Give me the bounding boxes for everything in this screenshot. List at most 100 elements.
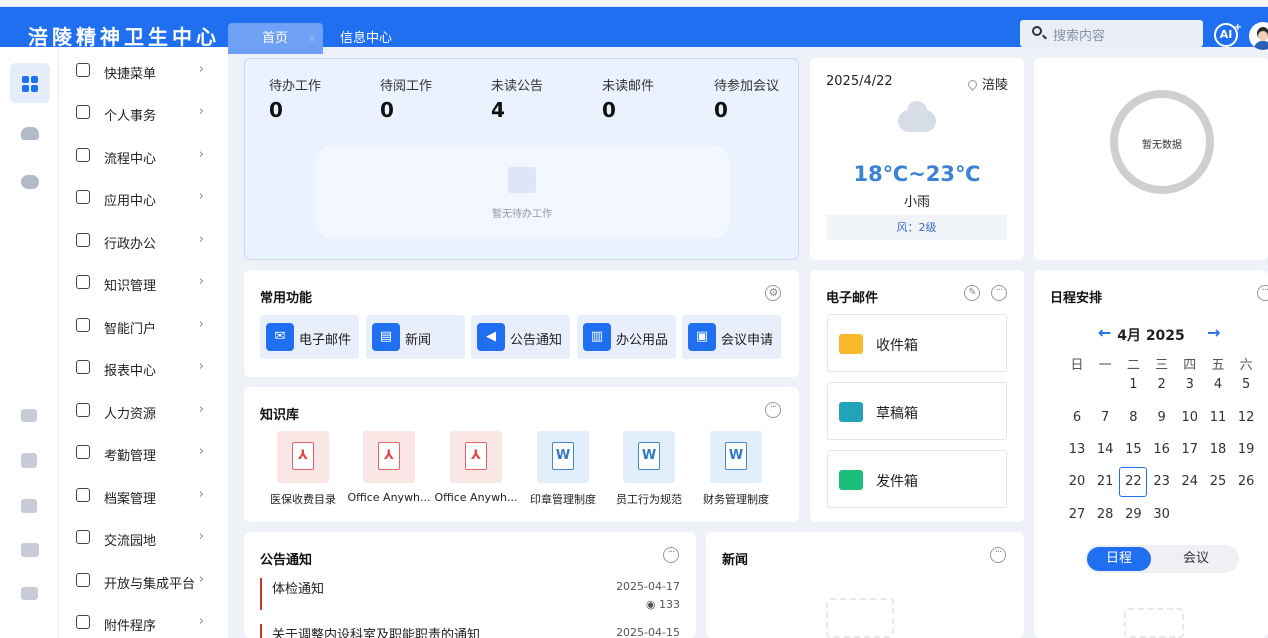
edit-icon[interactable]: ✎ xyxy=(964,285,980,301)
collapse-menu-icon[interactable] xyxy=(21,587,38,600)
calendar-day[interactable]: 12 xyxy=(1232,410,1260,425)
weather-card: 2025/4/22 涪陵 18℃~23℃ 小雨 风：2级 xyxy=(810,58,1024,260)
calendar-day[interactable]: 6 xyxy=(1063,410,1091,425)
chevron-right-icon: › xyxy=(198,359,204,374)
ai-assistant-button[interactable]: AI + xyxy=(1214,22,1242,47)
menu-item-community[interactable]: 交流园地 › xyxy=(59,516,228,558)
calendar-day[interactable]: 8 xyxy=(1119,410,1147,425)
stat-pending[interactable]: 待办工作 0 xyxy=(269,75,321,122)
calendar-day[interactable]: 19 xyxy=(1232,442,1260,457)
menu-item-attendance[interactable]: 考勤管理 › xyxy=(59,431,228,473)
more-icon[interactable]: ··· xyxy=(765,402,781,418)
menu-label: 档案管理 xyxy=(104,492,157,507)
contacts-icon[interactable] xyxy=(21,127,39,140)
clipboard-icon[interactable] xyxy=(21,453,37,468)
stat-label: 待参加会议 xyxy=(714,79,780,94)
notice-item[interactable]: 体检通知 2025-04-17 ◉ 133 xyxy=(260,578,680,611)
sent-button[interactable]: 发件箱 xyxy=(827,450,1007,508)
close-icon[interactable]: × xyxy=(307,23,317,54)
calendar-day[interactable]: 17 xyxy=(1176,442,1204,457)
stat-meetings[interactable]: 待参加会议 0 xyxy=(714,75,779,122)
calendar-day[interactable]: 3 xyxy=(1176,377,1204,392)
chat-bubble-icon[interactable] xyxy=(21,175,39,189)
kb-item[interactable]: W 印章管理制度 xyxy=(520,431,606,507)
arrow-right-icon[interactable]: → xyxy=(1207,323,1220,342)
calendar-day[interactable]: 9 xyxy=(1148,410,1176,425)
toggle-meeting[interactable]: 会议 xyxy=(1171,547,1221,571)
calendar-day[interactable]: 5 xyxy=(1232,377,1260,392)
kb-item[interactable]: ⅄ 医保收费目录 xyxy=(260,431,346,507)
avatar[interactable] xyxy=(1249,22,1268,50)
tab-info-center[interactable]: 信息中心 xyxy=(338,23,392,54)
menu-item-personal[interactable]: 个人事务 › xyxy=(59,91,228,133)
notice-item[interactable]: 关于调整内设科室及职能职责的通知 2025-04-15 xyxy=(260,624,680,638)
kb-item[interactable]: W 财务管理制度 xyxy=(693,431,779,507)
chevron-right-icon: › xyxy=(198,189,204,204)
calendar-day[interactable]: 30 xyxy=(1148,507,1176,522)
quick-meeting[interactable]: ▣ 会议申请 xyxy=(682,315,781,359)
menu-item-apps[interactable]: 应用中心 › xyxy=(59,176,228,218)
stat-to-read[interactable]: 待阅工作 0 xyxy=(380,75,432,122)
inbox-button[interactable]: 收件箱 xyxy=(827,314,1007,372)
drafts-button[interactable]: 草稿箱 xyxy=(827,382,1007,440)
calendar-day[interactable]: 27 xyxy=(1063,507,1091,522)
download-icon[interactable] xyxy=(21,499,37,513)
calendar-day[interactable]: 23 xyxy=(1148,474,1176,489)
search-input[interactable]: 搜索内容 xyxy=(1053,25,1105,44)
calendar-day[interactable]: 1 xyxy=(1119,377,1147,392)
empty-placeholder-icon xyxy=(826,598,894,638)
quick-news[interactable]: ▤ 新闻 xyxy=(366,315,465,359)
stat-unread-mail[interactable]: 未读邮件 0 xyxy=(602,75,654,122)
menu-item-portal[interactable]: 智能门户 › xyxy=(59,304,228,346)
calendar-day[interactable]: 29 xyxy=(1119,507,1147,522)
shirt-icon[interactable] xyxy=(21,543,39,557)
calendar-day[interactable]: 4 xyxy=(1204,377,1232,392)
quick-notice[interactable]: ◀ 公告通知 xyxy=(471,315,570,359)
calendar-day[interactable]: 13 xyxy=(1063,442,1091,457)
calendar-day[interactable]: 25 xyxy=(1204,474,1232,489)
search-box[interactable]: 搜索内容 xyxy=(1020,20,1203,47)
more-icon[interactable]: ··· xyxy=(1257,285,1268,301)
menu-item-archive[interactable]: 档案管理 › xyxy=(59,474,228,516)
kb-item[interactable]: W 员工行为规范 xyxy=(606,431,692,507)
calendar-day[interactable]: 2 xyxy=(1148,377,1176,392)
calendar-day[interactable]: 7 xyxy=(1091,410,1119,425)
stat-unread-notices[interactable]: 未读公告 4 xyxy=(491,75,543,122)
calendar-day[interactable]: 24 xyxy=(1176,474,1204,489)
arrow-left-icon[interactable]: ← xyxy=(1098,323,1111,342)
calendar-day[interactable]: 15 xyxy=(1119,442,1147,457)
menu-item-knowledge[interactable]: 知识管理 › xyxy=(59,261,228,303)
calendar-day[interactable]: 18 xyxy=(1204,442,1232,457)
more-icon[interactable]: ··· xyxy=(990,547,1006,563)
toggle-schedule[interactable]: 日程 xyxy=(1087,547,1151,571)
kb-item[interactable]: ⅄ Office Anywh... xyxy=(346,431,432,504)
calendar-day[interactable]: 14 xyxy=(1091,442,1119,457)
quick-mail[interactable]: ✉ 电子邮件 xyxy=(260,315,359,359)
calendar-day-selected[interactable]: 22 xyxy=(1119,467,1148,497)
tab-home[interactable]: 首页 × xyxy=(228,23,323,54)
apps-icon[interactable] xyxy=(22,76,38,92)
ai-label: AI xyxy=(1219,28,1233,41)
calendar-day[interactable]: 16 xyxy=(1148,442,1176,457)
calendar-day[interactable]: 10 xyxy=(1176,410,1204,425)
calendar-day[interactable]: 28 xyxy=(1091,507,1119,522)
more-icon[interactable]: ··· xyxy=(991,285,1007,301)
settings-icon[interactable]: ⚙ xyxy=(765,285,781,301)
calendar-day[interactable]: 20 xyxy=(1063,474,1091,489)
menu-item-attachments[interactable]: 附件程序 › xyxy=(59,601,228,638)
pdf-icon: ⅄ xyxy=(277,431,329,483)
menu-item-hr[interactable]: 人力资源 › xyxy=(59,389,228,431)
quick-supplies[interactable]: ▥ 办公用品 xyxy=(577,315,676,359)
more-icon[interactable]: ··· xyxy=(663,547,679,563)
menu-item-shortcut[interactable]: 快捷菜单 › xyxy=(59,49,228,91)
calendar-day[interactable]: 21 xyxy=(1091,474,1119,489)
kb-item[interactable]: ⅄ Office Anywh... xyxy=(433,431,519,504)
menu-item-admin[interactable]: 行政办公 › xyxy=(59,219,228,261)
menu-item-platform[interactable]: 开放与集成平台 › xyxy=(59,559,228,601)
menu-item-reports[interactable]: 报表中心 › xyxy=(59,346,228,388)
trend-icon[interactable] xyxy=(21,409,37,422)
menu-label: 应用中心 xyxy=(104,194,157,209)
calendar-day[interactable]: 26 xyxy=(1232,474,1260,489)
menu-item-flow[interactable]: 流程中心 › xyxy=(59,134,228,176)
calendar-day[interactable]: 11 xyxy=(1204,410,1232,425)
